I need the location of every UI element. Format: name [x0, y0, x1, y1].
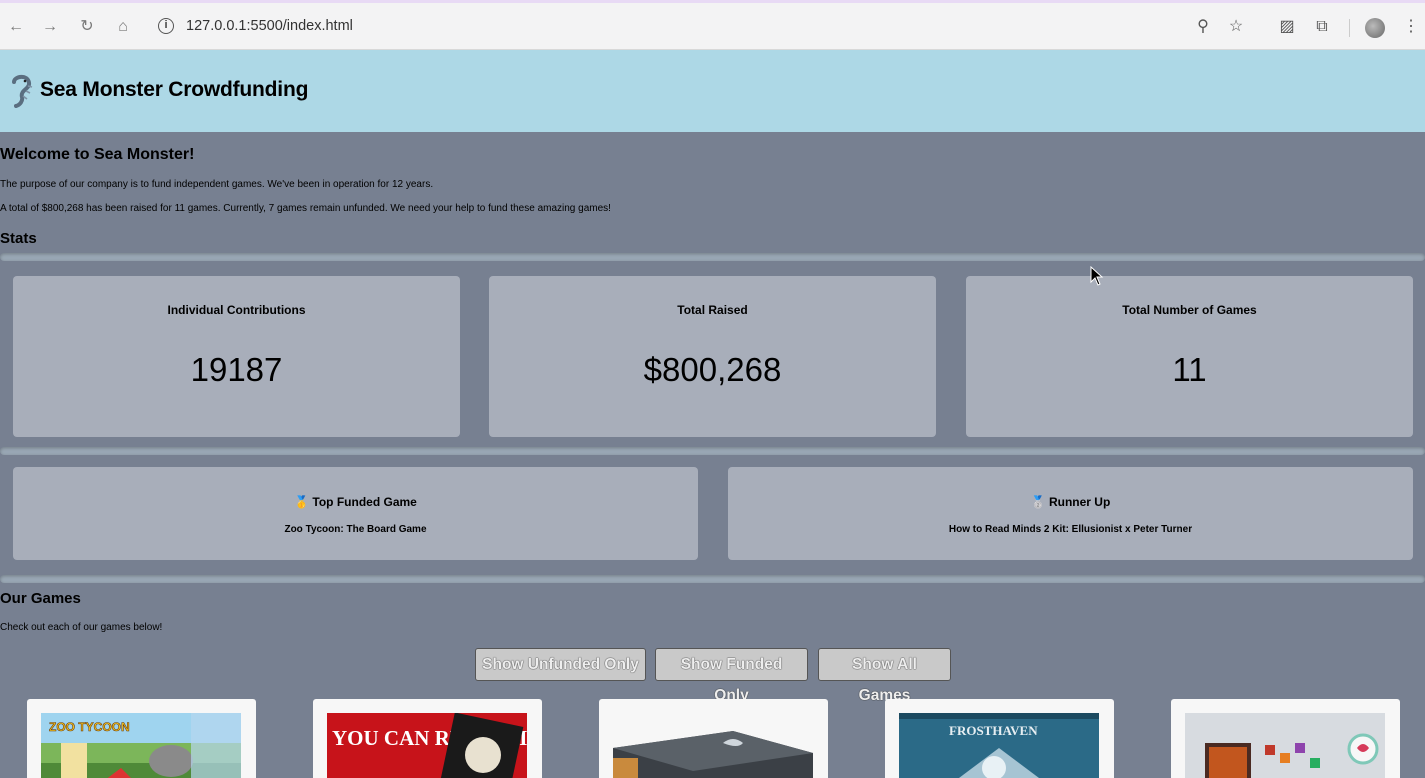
frosthaven-title: FROSTHAVEN	[949, 723, 1038, 738]
sea-monster-logo-icon	[12, 74, 33, 108]
stats-divider-bottom	[0, 575, 1425, 583]
stats-divider-top	[0, 253, 1425, 261]
show-funded-button[interactable]: Show Funded Only	[655, 648, 808, 704]
top-funded-label: 🥇 Top Funded Game	[294, 495, 417, 509]
top-funded-card: 🥇 Top Funded Game Zoo Tycoon: The Board …	[13, 467, 698, 560]
game-card-box[interactable]	[599, 699, 828, 778]
games-heading: Our Games	[0, 590, 81, 607]
zoom-icon[interactable]: ⚲	[1193, 17, 1213, 37]
contributions-value: 19187	[190, 351, 283, 388]
reload-icon[interactable]: ↻	[77, 17, 97, 37]
game-card-frosthaven[interactable]: FROSTHAVEN	[885, 699, 1114, 778]
zoo-tycoon-image: ZOO TYCOON	[41, 713, 241, 778]
menu-kebab-icon[interactable]: ⋮	[1401, 17, 1421, 37]
show-unfunded-button[interactable]: Show Unfunded Only	[475, 648, 646, 681]
stats-heading: Stats	[0, 230, 37, 247]
contributions-card: Individual Contributions 19187	[13, 276, 460, 437]
cube-game-image	[1185, 713, 1385, 778]
address-bar[interactable]: 127.0.0.1:5500/index.html	[186, 18, 353, 34]
total-raised-label: Total Raised	[677, 303, 748, 317]
site-title: Sea Monster Crowdfunding	[40, 78, 309, 101]
stats-divider-middle	[0, 447, 1425, 455]
home-icon[interactable]: ⌂	[113, 17, 133, 37]
total-raised-value: $800,268	[643, 351, 782, 388]
contributions-label: Individual Contributions	[167, 303, 306, 317]
game-card-read-minds[interactable]: YOU CAN READ MINDS	[313, 699, 542, 778]
dark-box-image	[613, 713, 813, 778]
top-funded-game: Zoo Tycoon: The Board Game	[284, 524, 427, 535]
toolbar-divider	[1349, 19, 1350, 37]
game-card-cube-game[interactable]	[1171, 699, 1400, 778]
profile-avatar[interactable]	[1365, 18, 1385, 38]
show-all-button[interactable]: Show All Games	[818, 648, 951, 704]
welcome-heading: Welcome to Sea Monster!	[0, 146, 195, 163]
num-games-label: Total Number of Games	[1122, 303, 1257, 317]
frosthaven-image: FROSTHAVEN	[899, 713, 1099, 778]
num-games-value: 11	[1172, 351, 1207, 388]
back-icon[interactable]: ←	[6, 17, 26, 37]
site-info-icon[interactable]: i	[158, 18, 174, 34]
extensions-puzzle-icon[interactable]: ⧉	[1312, 17, 1332, 37]
games-description: Check out each of our games below!	[0, 622, 163, 633]
runner-up-label: 🥈 Runner Up	[1030, 495, 1111, 509]
zoo-tycoon-logo-text: ZOO TYCOON	[49, 720, 130, 734]
game-card-zoo-tycoon[interactable]: ZOO TYCOON	[27, 699, 256, 778]
total-raised-card: Total Raised $800,268	[489, 276, 936, 437]
mouse-cursor-icon	[1090, 266, 1104, 286]
read-minds-image: YOU CAN READ MINDS	[327, 713, 527, 778]
forward-icon[interactable]: →	[40, 17, 60, 37]
runner-up-game: How to Read Minds 2 Kit: Ellusionist x P…	[948, 524, 1193, 535]
num-games-card: Total Number of Games 11	[966, 276, 1413, 437]
site-header: Sea Monster Crowdfunding	[0, 50, 1425, 132]
intro-paragraph: The purpose of our company is to fund in…	[0, 179, 434, 190]
browser-toolbar: ← → ↻ ⌂ i 127.0.0.1:5500/index.html ⚲ ☆ …	[0, 0, 1425, 50]
extension-icon[interactable]: ▨	[1277, 17, 1297, 37]
runner-up-card: 🥈 Runner Up How to Read Minds 2 Kit: Ell…	[728, 467, 1413, 560]
summary-paragraph: A total of $800,268 has been raised for …	[0, 203, 611, 214]
bookmark-star-icon[interactable]: ☆	[1226, 17, 1246, 37]
